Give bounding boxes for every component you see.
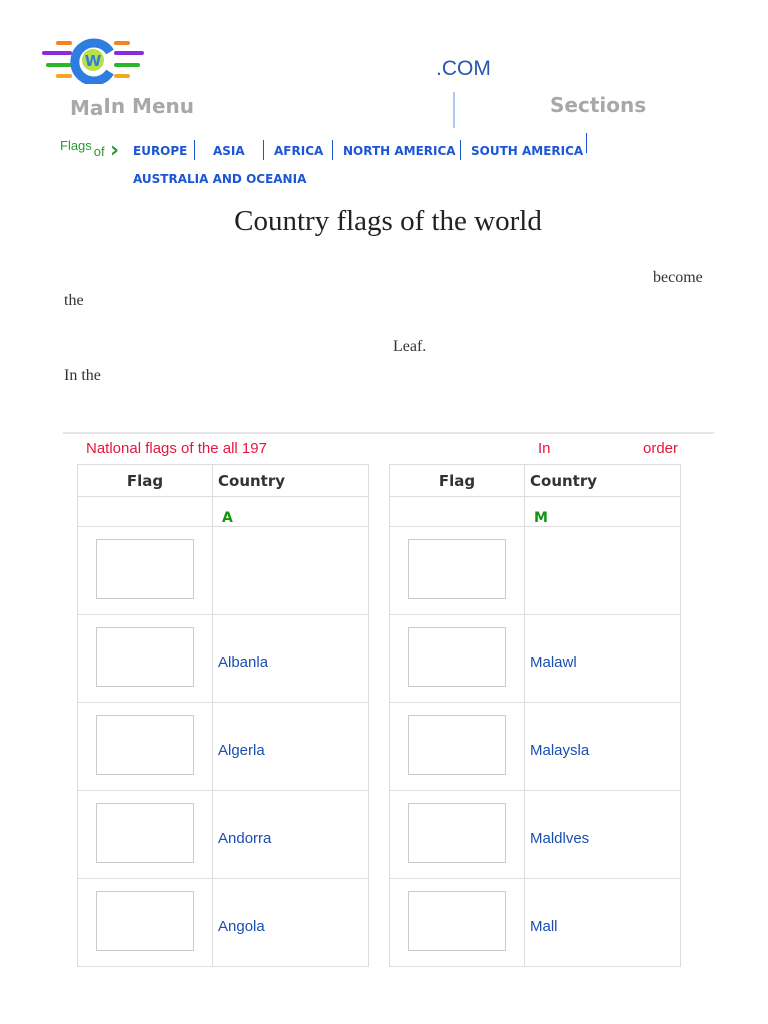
flags-table-left: Flag Country A Albanla Algerla Andorra Angola [77, 464, 369, 967]
letter-heading: A [212, 496, 369, 527]
nav-europe[interactable]: EUROPE [133, 144, 187, 158]
nav-separator [194, 140, 195, 160]
country-link[interactable]: Andorra [212, 790, 369, 879]
main-menu-label-a: Ma [70, 96, 104, 120]
nav-separator [460, 140, 461, 160]
list-heading-order: order [643, 440, 679, 457]
nav-separator [263, 140, 264, 160]
table-row: Malawl [389, 614, 681, 703]
table-row: Algerla [77, 702, 369, 791]
table-row: Mall [389, 878, 681, 967]
flag-image[interactable] [408, 538, 506, 599]
flag-image[interactable] [96, 626, 194, 687]
page-title: Country flags of the world [234, 205, 542, 237]
col-flag: Flag [77, 464, 213, 497]
flag-image[interactable] [408, 714, 506, 775]
flags-of-label: Flags of [60, 138, 105, 159]
intro-text: In the [64, 367, 101, 384]
section-divider [63, 432, 714, 434]
flag-cell [77, 614, 213, 703]
country-link[interactable] [524, 526, 681, 615]
flag-image[interactable] [96, 890, 194, 951]
chevron-right-icon: › [110, 138, 120, 163]
intro-text: become [653, 269, 703, 286]
list-heading: Natlonal flags of the all 197 [86, 440, 267, 457]
col-flag: Flag [389, 464, 525, 497]
site-domain: .COM [436, 57, 491, 80]
table-header-row: Flag Country [389, 464, 681, 497]
nav-asia[interactable]: ASIA [213, 144, 245, 158]
flag-image[interactable] [96, 714, 194, 775]
country-link[interactable]: Angola [212, 878, 369, 967]
flag-image[interactable] [408, 802, 506, 863]
country-link[interactable]: Maldlves [524, 790, 681, 879]
flag-image[interactable] [408, 626, 506, 687]
intro-text: Leaf. [393, 338, 427, 355]
nav-australia-oceania[interactable]: AUSTRALIA AND OCEANIA [133, 172, 306, 186]
country-link[interactable]: Malawl [524, 614, 681, 703]
flag-cell [77, 790, 213, 879]
letter-row: A [77, 496, 369, 527]
svg-text:W: W [85, 52, 102, 70]
empty-cell [77, 496, 213, 527]
table-row: Andorra [77, 790, 369, 879]
table-row [77, 526, 369, 615]
site-logo[interactable]: W [40, 38, 146, 84]
flag-cell [389, 526, 525, 615]
country-link[interactable]: Malaysla [524, 702, 681, 791]
nav-africa[interactable]: AFRICA [274, 144, 323, 158]
letter-row: M [389, 496, 681, 527]
flag-image[interactable] [96, 538, 194, 599]
table-row: Angola [77, 878, 369, 967]
flag-cell [77, 526, 213, 615]
flag-cell [389, 702, 525, 791]
country-link[interactable]: Albanla [212, 614, 369, 703]
nav-south-america[interactable]: SOUTH AMERICA [471, 144, 583, 158]
flag-cell [389, 790, 525, 879]
flags-label: Flags [60, 138, 92, 153]
flag-image[interactable] [96, 802, 194, 863]
header-divider [453, 92, 455, 128]
country-link[interactable] [212, 526, 369, 615]
intro-text: the [64, 292, 84, 309]
flag-cell [77, 702, 213, 791]
main-menu-link[interactable]: MaIn Menu [70, 94, 194, 120]
table-row [389, 526, 681, 615]
main-menu-label-b: In Menu [103, 94, 194, 118]
nav-north-america[interactable]: NORTH AMERICA [343, 144, 456, 158]
flag-cell [389, 614, 525, 703]
flag-image[interactable] [408, 890, 506, 951]
of-label: of [93, 144, 105, 159]
table-row: Albanla [77, 614, 369, 703]
letter-heading: M [524, 496, 681, 527]
col-country: Country [524, 464, 681, 497]
flag-cell [389, 878, 525, 967]
nav-separator [332, 140, 333, 160]
table-header-row: Flag Country [77, 464, 369, 497]
empty-cell [389, 496, 525, 527]
nav-separator [586, 133, 587, 153]
sections-link[interactable]: Sections [550, 93, 646, 117]
flag-cell [77, 878, 213, 967]
country-link[interactable]: Mall [524, 878, 681, 967]
list-heading-in: In [538, 440, 551, 457]
col-country: Country [212, 464, 369, 497]
flags-table-right: Flag Country M Malawl Malaysla Maldlves Mall [389, 464, 681, 967]
table-row: Maldlves [389, 790, 681, 879]
table-row: Malaysla [389, 702, 681, 791]
country-link[interactable]: Algerla [212, 702, 369, 791]
